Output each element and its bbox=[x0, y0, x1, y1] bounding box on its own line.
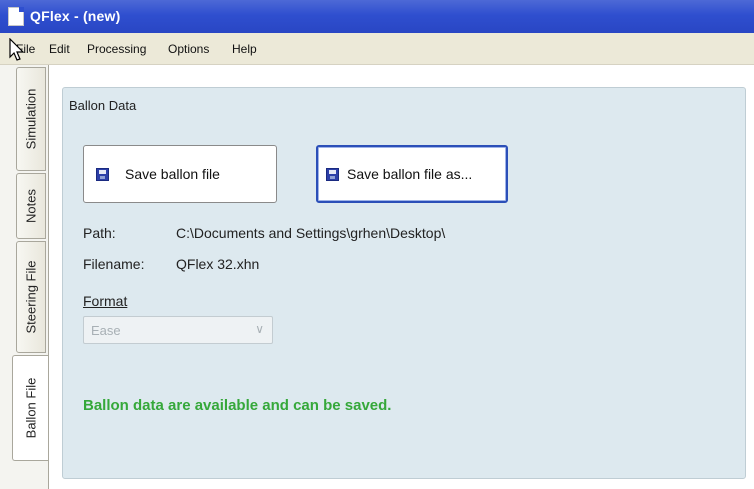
mouse-cursor-icon bbox=[9, 38, 25, 61]
menu-help[interactable]: Help bbox=[232, 42, 257, 56]
chevron-down-icon: ∨ bbox=[255, 322, 264, 336]
menu-edit[interactable]: Edit bbox=[49, 42, 70, 56]
title-bar[interactable]: QFlex - (new) bbox=[0, 0, 754, 33]
tab-ballon-file[interactable]: Ballon File bbox=[12, 355, 48, 461]
save-ballon-file-button[interactable]: Save ballon file bbox=[83, 145, 277, 203]
button-label: Save ballon file as... bbox=[347, 166, 473, 182]
button-label: Save ballon file bbox=[125, 166, 220, 182]
save-ballon-file-as-button[interactable]: Save ballon file as... bbox=[316, 145, 508, 203]
menu-bar: File Edit Processing Options Help bbox=[0, 33, 754, 65]
floppy-disk-icon bbox=[326, 167, 339, 181]
group-title: Ballon Data bbox=[69, 98, 137, 113]
menu-options[interactable]: Options bbox=[168, 42, 209, 56]
tab-notes[interactable]: Notes bbox=[16, 173, 46, 239]
document-icon bbox=[8, 7, 24, 26]
tab-label: Steering File bbox=[23, 260, 39, 334]
ballon-data-group: Ballon Data Save ballon file Save ballon… bbox=[62, 87, 746, 479]
format-selected-value: Ease bbox=[91, 323, 121, 338]
tab-content-area: Ballon Data Save ballon file Save ballon… bbox=[48, 65, 754, 489]
window-title: QFlex - (new) bbox=[30, 8, 121, 24]
status-message: Ballon data are available and can be sav… bbox=[83, 397, 392, 414]
path-label: Path: bbox=[83, 225, 116, 241]
path-value: C:\Documents and Settings\grhen\Desktop\ bbox=[176, 225, 446, 241]
tab-label: Ballon File bbox=[23, 377, 38, 439]
tab-label: Notes bbox=[23, 189, 39, 223]
filename-label: Filename: bbox=[83, 256, 145, 272]
menu-processing[interactable]: Processing bbox=[87, 42, 146, 56]
format-label-text: Format bbox=[83, 293, 128, 309]
format-label: Format bbox=[83, 293, 127, 309]
tab-simulation[interactable]: Simulation bbox=[16, 67, 46, 171]
tab-steering-file[interactable]: Steering File bbox=[16, 241, 46, 353]
vertical-tab-strip: Simulation Notes Steering File Ballon Fi… bbox=[0, 65, 52, 489]
floppy-disk-icon bbox=[96, 167, 109, 181]
tab-label: Simulation bbox=[23, 88, 39, 150]
format-dropdown[interactable]: Ease ∨ bbox=[83, 316, 273, 344]
filename-value: QFlex 32.xhn bbox=[176, 256, 260, 272]
